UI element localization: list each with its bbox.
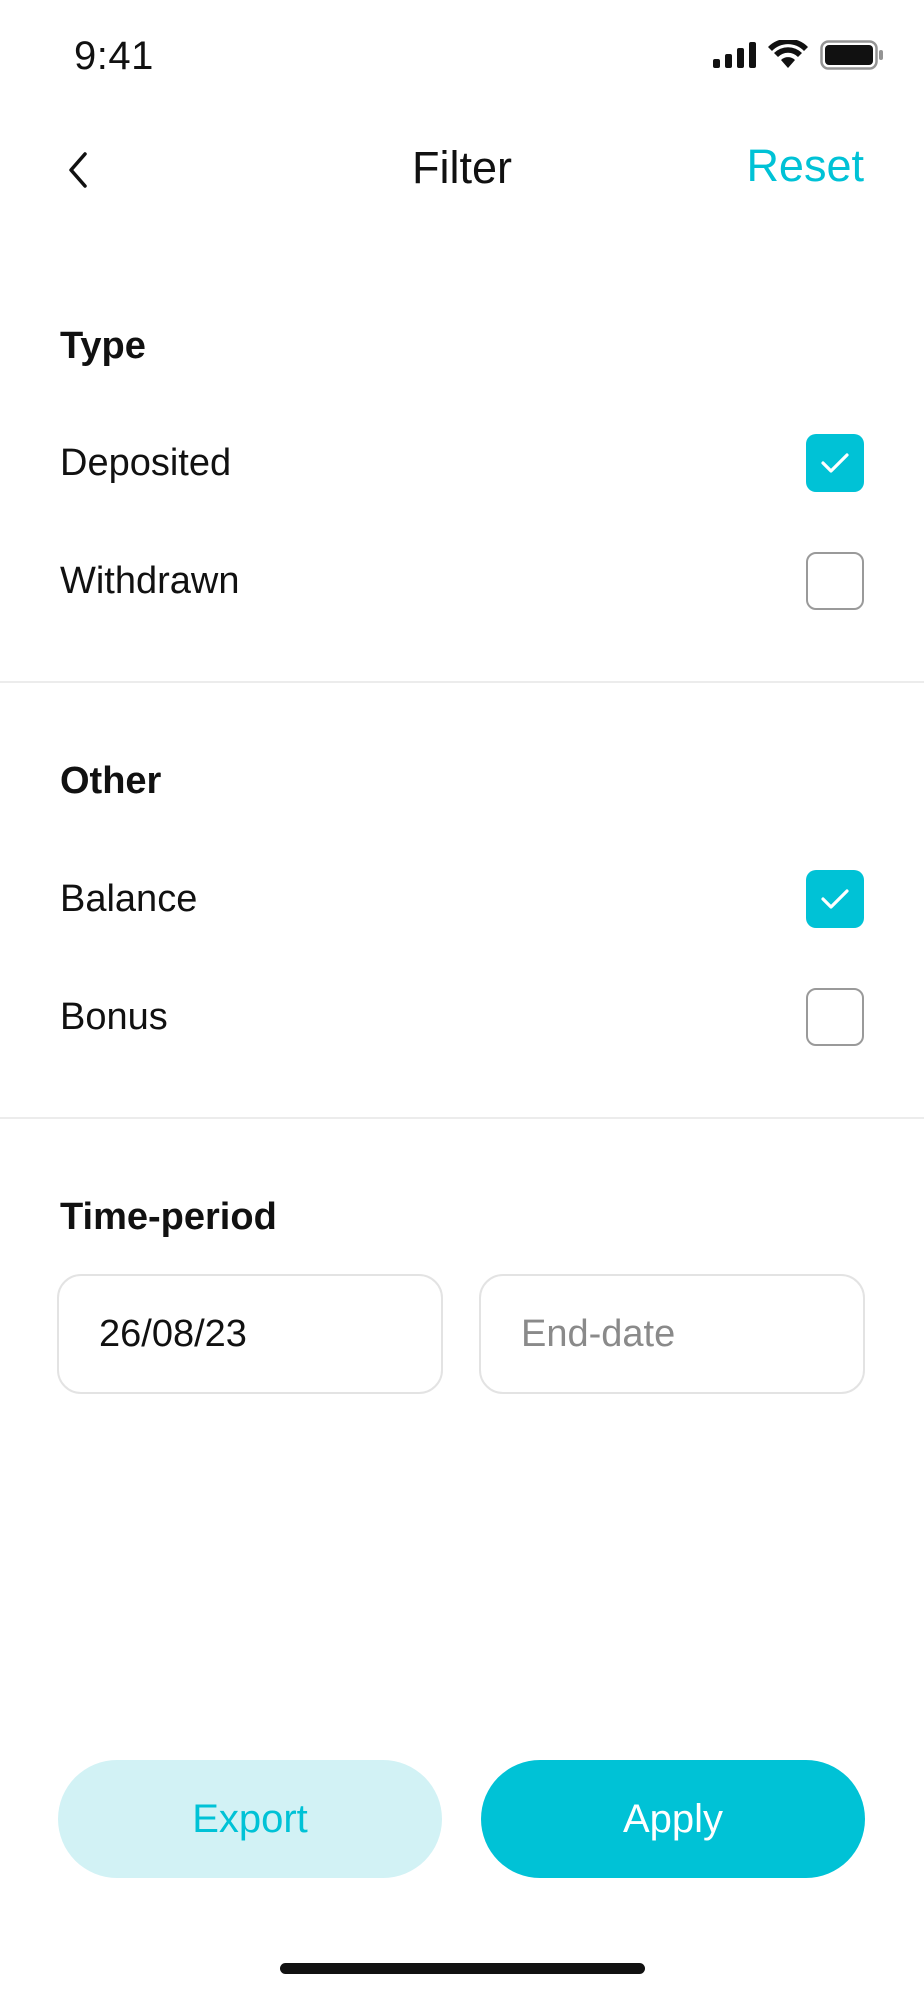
status-icons [713, 40, 884, 70]
section-divider [0, 1117, 924, 1119]
filter-option-balance[interactable]: Balance [60, 864, 864, 934]
section-divider [0, 681, 924, 683]
status-time: 9:41 [74, 34, 154, 78]
option-label: Withdrawn [60, 559, 240, 602]
checkmark-icon [821, 889, 849, 909]
cellular-signal-icon [713, 42, 756, 68]
apply-button[interactable]: Apply [481, 1760, 865, 1878]
filter-option-bonus[interactable]: Bonus [60, 982, 864, 1052]
start-date-input[interactable] [99, 1312, 441, 1356]
section-title-other: Other [60, 760, 162, 802]
checkbox-checked[interactable] [806, 434, 864, 492]
end-date-field[interactable] [479, 1274, 865, 1394]
option-label: Bonus [60, 995, 168, 1038]
navigation-bar: Filter Reset [0, 120, 924, 220]
section-title-type: Type [60, 325, 146, 367]
checkmark-icon [821, 453, 849, 473]
wifi-icon [768, 40, 808, 68]
start-date-field[interactable] [57, 1274, 443, 1394]
option-label: Deposited [60, 441, 232, 484]
filter-option-deposited[interactable]: Deposited [60, 428, 864, 498]
end-date-input[interactable] [521, 1312, 863, 1356]
checkbox-unchecked[interactable] [806, 988, 864, 1046]
battery-icon [820, 40, 883, 70]
section-title-time-period: Time-period [60, 1196, 277, 1238]
reset-button[interactable]: Reset [746, 140, 864, 192]
checkbox-checked[interactable] [806, 870, 864, 928]
option-label: Balance [60, 877, 198, 920]
status-bar: 9:41 [0, 0, 924, 120]
home-indicator [280, 1963, 645, 1974]
export-button[interactable]: Export [58, 1760, 442, 1878]
checkbox-unchecked[interactable] [806, 552, 864, 610]
filter-option-withdrawn[interactable]: Withdrawn [60, 546, 864, 616]
